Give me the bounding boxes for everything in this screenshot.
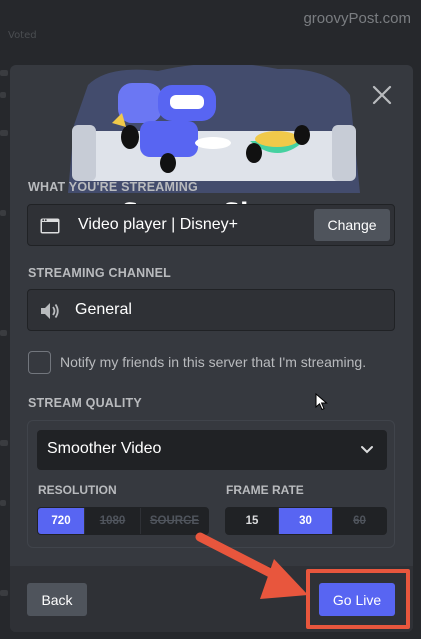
- background-line: [0, 330, 7, 336]
- channel-section-label: STREAMING CHANNEL: [28, 266, 171, 280]
- streaming-section-label: WHAT YOU'RE STREAMING: [28, 180, 198, 194]
- change-button[interactable]: Change: [314, 209, 390, 241]
- chevron-down-icon: [361, 446, 373, 454]
- streaming-source-text: Video player | Disney+: [78, 216, 238, 233]
- background-line: [0, 440, 8, 446]
- background-line: [0, 70, 8, 76]
- resolution-option-1080[interactable]: 1080: [84, 508, 140, 534]
- close-icon[interactable]: [370, 83, 394, 107]
- speaker-icon: [41, 303, 59, 319]
- notify-friends-label: Notify my friends in this server that I'…: [60, 354, 367, 370]
- back-button[interactable]: Back: [27, 583, 87, 616]
- background-line: [0, 590, 8, 596]
- background-line: [0, 92, 6, 98]
- resolution-option-720[interactable]: 720: [38, 508, 84, 534]
- resolution-label: RESOLUTION: [38, 483, 117, 497]
- framerate-option-60[interactable]: 60: [332, 508, 386, 534]
- go-live-button[interactable]: Go Live: [319, 583, 395, 616]
- window-icon: [40, 218, 60, 234]
- background-line: [0, 210, 6, 216]
- streaming-source-field: Video player | Disney+ Change: [27, 204, 395, 246]
- background-line: [0, 130, 8, 136]
- mouse-cursor-icon: [315, 393, 328, 411]
- quality-dropdown[interactable]: Smoother Video: [37, 430, 387, 470]
- watermark: groovyPost.com: [303, 10, 411, 27]
- quality-section-label: STREAM QUALITY: [28, 396, 142, 410]
- quality-selected-text: Smoother Video: [47, 440, 162, 457]
- background-line: [0, 500, 6, 506]
- channel-name-text: General: [75, 301, 132, 318]
- notify-friends-checkbox[interactable]: [28, 351, 51, 374]
- arrow-annotation: [195, 532, 308, 599]
- background-voted-text: Voted: [8, 30, 37, 41]
- streaming-channel-field: General: [27, 289, 395, 331]
- hero-illustration: [68, 65, 360, 193]
- framerate-label: FRAME RATE: [226, 483, 304, 497]
- resolution-selector: 720 1080 SOURCE: [37, 507, 209, 535]
- screen-share-modal: Screen Share WHAT YOU'RE STREAMING Video…: [10, 65, 413, 632]
